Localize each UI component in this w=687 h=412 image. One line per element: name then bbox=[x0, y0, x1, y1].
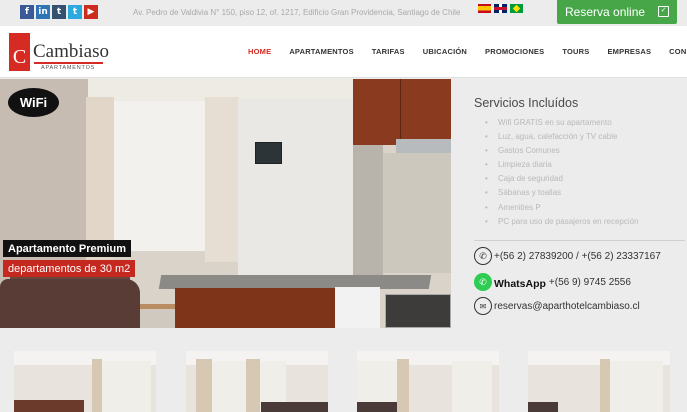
nav-consulta[interactable]: CONSULTA bbox=[669, 47, 687, 56]
email-contact[interactable]: ✉ reservas@aparthotelcambiaso.cl bbox=[474, 297, 640, 315]
linkedin-icon[interactable]: in bbox=[36, 5, 50, 19]
logo-underline bbox=[34, 62, 103, 64]
list-item: PC para uso de pasajeros en recepción bbox=[485, 215, 639, 229]
portuguese-flag-icon[interactable] bbox=[510, 4, 523, 13]
whatsapp-icon: ✆ bbox=[474, 273, 492, 291]
tv-shape bbox=[255, 142, 282, 164]
services-panel: Servicios Incluídos Wifi GRATIS en su ap… bbox=[451, 79, 687, 328]
wifi-badge-icon: WiFi bbox=[8, 88, 59, 117]
phone-contact[interactable]: ✆ +(56 2) 27839200 / +(56 2) 23337167 bbox=[474, 247, 661, 265]
nav-empresas[interactable]: EMPRESAS bbox=[607, 47, 651, 56]
logo-mark[interactable]: C bbox=[9, 33, 30, 71]
mail-icon: ✉ bbox=[474, 297, 492, 315]
email-link[interactable]: reservas@aparthotelcambiaso.cl bbox=[494, 301, 640, 312]
reserve-online-label: Reserva online bbox=[565, 5, 646, 19]
room-thumbnail[interactable] bbox=[186, 351, 328, 412]
list-item: Sábanas y toallas bbox=[485, 186, 639, 200]
site-header: C Cambiaso APARTAMENTOS HOME APARTAMENTO… bbox=[0, 26, 687, 78]
social-links: f in t t ▶ bbox=[20, 5, 98, 19]
room-gallery bbox=[0, 328, 687, 412]
whatsapp-number[interactable]: +(56 9) 9745 2556 bbox=[549, 277, 631, 288]
logo-name[interactable]: Cambiaso bbox=[33, 41, 109, 63]
english-flag-icon[interactable] bbox=[494, 4, 507, 13]
phone-icon: ✆ bbox=[474, 247, 492, 265]
nav-home[interactable]: HOME bbox=[248, 47, 271, 56]
whatsapp-contact[interactable]: ✆ WhatsApp +(56 9) 9745 2556 bbox=[474, 273, 631, 291]
hero-subtitle: departamentos de 30 m2 bbox=[3, 260, 136, 277]
list-item: Limpieza diaria bbox=[485, 158, 639, 172]
divider bbox=[474, 240, 685, 241]
list-item: Wifi GRATIS en su apartamento bbox=[485, 116, 639, 130]
nav-apartamentos[interactable]: APARTAMENTOS bbox=[289, 47, 353, 56]
list-item: Amenities P bbox=[485, 201, 639, 215]
sofa-shape bbox=[0, 279, 140, 328]
list-item: Gastos Comunes bbox=[485, 144, 639, 158]
nav-ubicacion[interactable]: UBICACIÓN bbox=[423, 47, 467, 56]
room-thumbnail[interactable] bbox=[14, 351, 156, 412]
main-nav: HOME APARTAMENTOS TARIFAS UBICACIÓN PROM… bbox=[248, 47, 687, 56]
wifi-badge-text: WiFi bbox=[19, 95, 48, 110]
whatsapp-label: WhatsApp bbox=[494, 278, 546, 290]
list-item: Luz, agua, calefacción y TV cable bbox=[485, 130, 639, 144]
nav-tours[interactable]: TOURS bbox=[562, 47, 589, 56]
room-thumbnail[interactable] bbox=[528, 351, 670, 412]
room-thumbnail[interactable] bbox=[357, 351, 499, 412]
language-selector bbox=[478, 4, 523, 13]
twitter-icon[interactable]: t bbox=[68, 5, 82, 19]
hero-image: WiFi Apartamento Premium departamentos d… bbox=[0, 79, 451, 328]
nav-promociones[interactable]: PROMOCIONES bbox=[485, 47, 544, 56]
services-heading: Servicios Incluídos bbox=[474, 96, 579, 110]
calendar-check-icon: ✓ bbox=[658, 6, 669, 17]
reserve-online-button[interactable]: Reserva online ✓ bbox=[557, 0, 677, 24]
logo-subtitle: APARTAMENTOS bbox=[41, 65, 96, 71]
facebook-icon[interactable]: f bbox=[20, 5, 34, 19]
top-bar: f in t t ▶ Av. Pedro de Valdivia N° 150,… bbox=[0, 0, 687, 26]
nav-tarifas[interactable]: TARIFAS bbox=[372, 47, 405, 56]
youtube-icon[interactable]: ▶ bbox=[84, 5, 98, 19]
services-list: Wifi GRATIS en su apartamento Luz, agua,… bbox=[485, 116, 639, 229]
phone-numbers[interactable]: +(56 2) 27839200 / +(56 2) 23337167 bbox=[494, 251, 661, 262]
tumblr-icon[interactable]: t bbox=[52, 5, 66, 19]
hero-title: Apartamento Premium bbox=[3, 240, 131, 257]
spanish-flag-icon[interactable] bbox=[478, 4, 491, 13]
address-text: Av. Pedro de Valdivia N° 150, piso 12, o… bbox=[133, 8, 461, 17]
list-item: Caja de seguridad bbox=[485, 172, 639, 186]
